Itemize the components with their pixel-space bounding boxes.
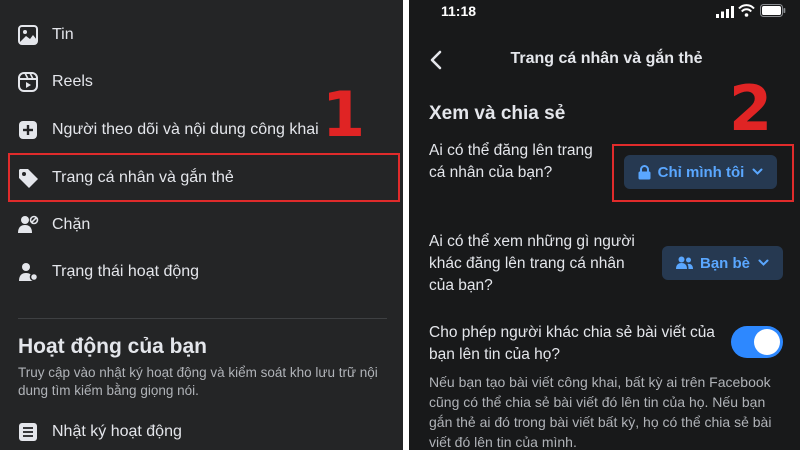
menu-item-label: Trạng thái hoạt động [52,263,200,280]
toggle-knob [754,329,780,355]
cellular-signal-icon [716,5,734,23]
highlight-box-who-can-post [612,144,794,202]
section-title-view-share: Xem và chia sẻ [429,103,566,124]
annotation-number-2: 2 [729,72,773,145]
active-status-icon [17,261,39,283]
friends-icon [675,256,693,270]
page-title: Trang cá nhân và gắn thẻ [510,50,703,67]
audience-value: Bạn bè [699,254,750,272]
section-title-your-activity: Hoạt động của bạn [18,335,207,358]
divider [18,318,387,319]
menu-item-blocking[interactable]: Chặn [0,203,403,247]
chevron-down-icon [758,259,769,267]
section-description: Truy cập vào nhật ký hoạt động và kiểm s… [18,365,378,398]
list-icon [17,421,39,443]
setting-question-who-can-post: Ai có thể đăng lên trang cá nhân của bạn… [429,142,593,181]
photo-icon [17,24,39,46]
menu-item-activity-log[interactable]: Nhật ký hoạt động [0,410,403,450]
share-to-story-toggle[interactable] [731,326,783,358]
menu-item-active-status[interactable]: Trạng thái hoạt động [0,250,403,294]
menu-item-label: Nhật ký hoạt động [52,423,182,440]
left-panel-privacy-menu: Tin Reels Người theo dõi và nội dung côn… [0,0,403,450]
menu-item-stories[interactable]: Tin [0,13,403,57]
block-user-icon [17,214,39,236]
add-square-icon [17,119,39,141]
menu-item-label: Tin [52,26,74,43]
annotation-number-1: 1 [322,78,366,151]
share-to-story-description: Nếu bạn tạo bài viết công khai, bất kỳ a… [429,374,772,450]
setting-question-who-can-see: Ai có thể xem những gì người khác đăng l… [429,233,635,294]
battery-icon [760,4,786,22]
menu-item-label: Chặn [52,216,91,233]
setting-question-allow-share-to-story: Cho phép người khác chia sẻ bài viết của… [429,324,715,363]
right-panel-profile-tagging-settings: 11:18 Trang cá nhân và gắn thẻ Xem và ch… [409,0,800,450]
highlight-box-profile-tagging [8,153,400,202]
wifi-icon [738,4,755,22]
menu-item-label: Người theo dõi và nội dung công khai [52,121,319,138]
reels-icon [17,71,39,93]
menu-item-label: Reels [52,73,93,90]
audience-dropdown-who-can-see[interactable]: Bạn bè [662,246,783,280]
status-bar: 11:18 [409,0,800,22]
status-time: 11:18 [441,3,477,19]
